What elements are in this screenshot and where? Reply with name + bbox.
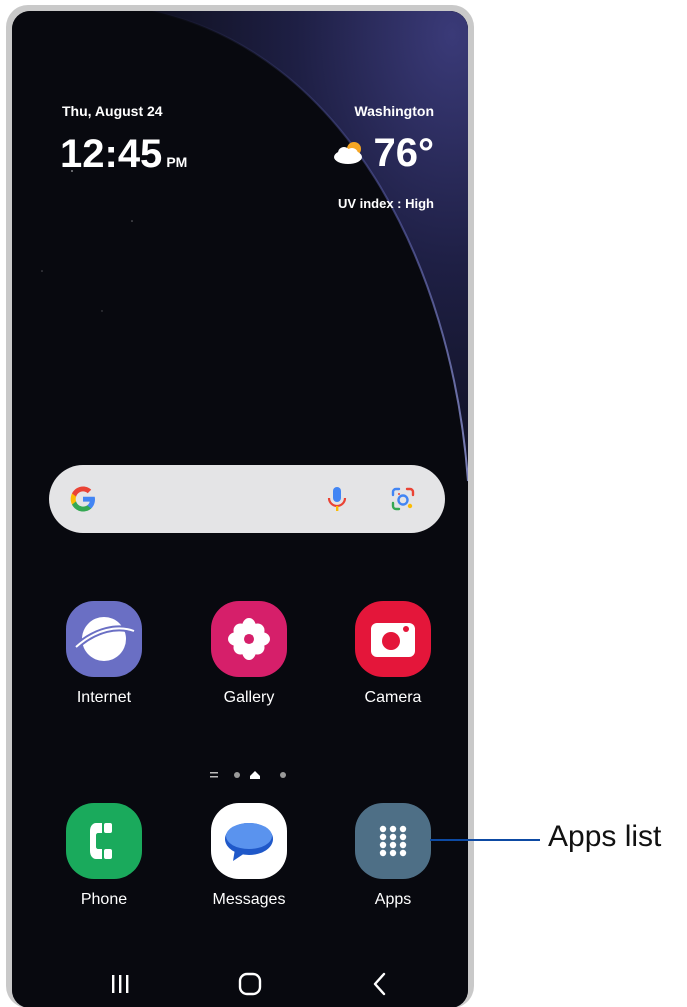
app-label: Internet	[76, 689, 132, 706]
date-text[interactable]: Thu, August 24	[62, 103, 163, 119]
phone-frame: Thu, August 24 12:45 PM Washington 76° UV…	[6, 5, 474, 1007]
home-screen: Thu, August 24 12:45 PM Washington 76° UV…	[12, 11, 468, 1007]
app-label: Camera	[364, 689, 422, 706]
uv-index-text: UV index : High	[337, 196, 434, 211]
app-label: Phone	[80, 891, 128, 908]
partly-cloudy-icon	[333, 142, 362, 164]
google-g-icon	[70, 486, 95, 512]
callout-line	[430, 839, 540, 841]
callout-label: Apps list	[548, 820, 662, 853]
weather-location[interactable]: Washington	[354, 103, 434, 119]
app-phone[interactable]: Phone	[54, 803, 154, 909]
home-icon[interactable]	[230, 969, 270, 999]
apps-grid-icon	[355, 803, 431, 879]
app-gallery[interactable]: Gallery	[199, 601, 299, 707]
app-internet[interactable]: Internet	[54, 601, 154, 707]
gallery-flower-icon	[211, 601, 287, 677]
app-label: Messages	[212, 891, 286, 908]
messages-icon	[211, 803, 287, 879]
google-lens-icon[interactable]	[389, 485, 417, 513]
recents-icon[interactable]	[100, 969, 140, 999]
google-search-bar[interactable]	[49, 465, 445, 533]
app-label: Apps	[374, 891, 412, 908]
page: Thu, August 24 12:45 PM Washington 76° UV…	[0, 0, 687, 1007]
samsung-internet-icon	[66, 601, 142, 677]
phone-icon	[66, 803, 142, 879]
clock-time: 12:45	[60, 132, 163, 176]
clock-ampm: PM	[166, 154, 188, 170]
app-camera[interactable]: Camera	[343, 601, 443, 707]
camera-icon	[355, 601, 431, 677]
weather-widget[interactable]: 76°	[332, 131, 435, 175]
temperature-text: 76°	[373, 131, 435, 175]
clock-widget[interactable]: 12:45 PM	[60, 132, 187, 184]
microphone-icon[interactable]	[326, 485, 348, 513]
back-icon[interactable]	[360, 969, 400, 999]
page-indicator[interactable]	[210, 768, 290, 782]
app-apps[interactable]: Apps	[343, 803, 443, 909]
app-messages[interactable]: Messages	[199, 803, 299, 909]
app-label: Gallery	[223, 689, 275, 706]
